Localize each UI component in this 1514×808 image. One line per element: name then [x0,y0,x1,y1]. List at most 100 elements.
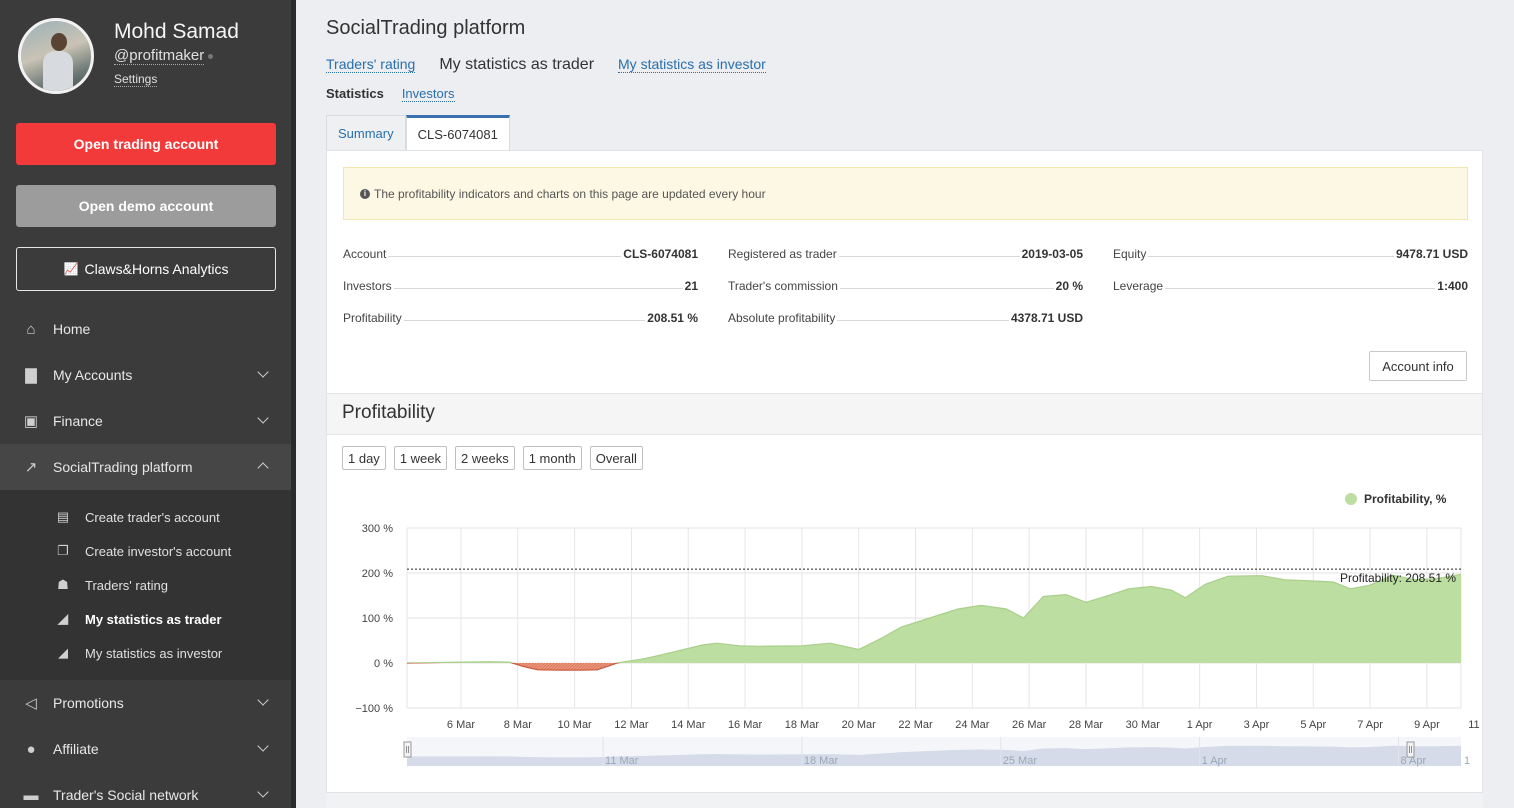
submenu-my-statistics-trader[interactable]: ◢ My statistics as trader [0,602,291,636]
submenu-label: Create investor's account [85,543,232,559]
sidebar-item-label: SocialTrading platform [53,459,193,475]
megaphone-icon: ◁ [25,695,37,712]
chevron-up-icon [257,462,269,474]
stat-value: 20 % [1055,279,1083,293]
sidebar-item-socialtrading[interactable]: ↗ SocialTrading platform [0,444,291,490]
line-chart-icon: ↗ [24,459,38,476]
users-icon: ● [26,740,36,758]
open-trading-account-button[interactable]: Open trading account [16,123,276,165]
submenu-create-investor-account[interactable]: ❐ Create investor's account [0,534,291,568]
period-1-day[interactable]: 1 day [342,446,386,470]
x-tick-label: 3 Apr [1244,719,1270,731]
stat-investors: Investors 21 [343,275,698,293]
submenu-traders-rating[interactable]: ☗ Traders' rating [0,568,291,602]
chevron-down-icon [257,740,269,752]
sidebar-item-label: My Accounts [53,367,133,383]
account-tabs: Summary CLS-6074081 [326,115,510,151]
navigator-label: 18 Mar [804,755,839,767]
tab-traders-rating[interactable]: Traders' rating [326,56,416,73]
area-positive [407,574,1461,663]
chevron-down-icon [257,786,269,798]
stat-label: Profitability [343,311,402,325]
legend-label: Profitability, % [1364,492,1447,506]
sidebar-item-label: Home [53,321,91,337]
profitability-chart[interactable]: Profitability, % 300 % 200 % 100 % 0 % −100 %… [327,479,1482,779]
x-tick-label: 18 Mar [785,719,820,731]
submenu-my-statistics-investor[interactable]: ◢ My statistics as investor [0,636,291,670]
submenu-label: My statistics as trader [85,611,222,627]
trophy-icon: ☗ [57,577,69,592]
sidebar-item-finance[interactable]: ▣ Finance [0,398,291,444]
navigator-label: 11 Mar [605,755,639,767]
period-1-week[interactable]: 1 week [393,446,448,470]
stat-label: Registered as trader [728,247,837,261]
info-notice: i The profitability indicators and chart… [343,167,1468,220]
x-tick-label: 11 Apr [1468,719,1482,731]
subtab-investors[interactable]: Investors [401,86,455,102]
submenu-label: Traders' rating [85,577,168,593]
tab-summary[interactable]: Summary [326,115,406,151]
analytics-button[interactable]: 📈 Claws&Horns Analytics [16,247,276,291]
info-icon: i [360,188,370,199]
sidebar-item-label: Trader's Social network [53,787,199,803]
stat-leverage: Leverage 1:400 [1113,275,1468,293]
line-chart-icon: 📈 [63,262,79,276]
stat-commission: Trader's commission 20 % [728,275,1083,293]
period-1-month[interactable]: 1 month [522,446,582,470]
avatar[interactable] [18,18,94,94]
user-name: Mohd Samad [114,20,239,43]
x-tick-label: 20 Mar [842,719,877,731]
sidebar-item-label: Promotions [53,695,124,711]
sidebar-item-promotions[interactable]: ◁ Promotions [0,680,291,726]
sidebar-item-my-accounts[interactable]: ▇ My Accounts [0,352,291,398]
tab-my-statistics-investor[interactable]: My statistics as investor [618,56,766,73]
account-panel: i The profitability indicators and chart… [326,150,1483,808]
x-tick-label: 28 Mar [1069,719,1104,731]
notice-text: The profitability indicators and charts … [374,186,766,201]
area-chart-icon: ◢ [58,611,68,626]
user-handle[interactable]: @profitmaker [114,47,205,65]
page-title: SocialTrading platform [326,17,526,39]
period-overall[interactable]: Overall [589,446,643,470]
x-tick-label: 12 Mar [614,719,649,731]
stat-label: Investors [343,279,392,293]
stat-account: Account CLS-6074081 [343,243,698,261]
navigator-handle-left[interactable] [403,741,412,758]
y-tick-label: 0 % [374,658,393,670]
stat-value: 21 [684,279,698,293]
legend-marker [1345,493,1357,505]
x-tick-label: 30 Mar [1126,719,1161,731]
tab-my-statistics-trader[interactable]: My statistics as trader [439,56,594,74]
sidebar-item-affiliate[interactable]: ● Affiliate [0,726,291,772]
x-tick-label: 24 Mar [955,719,990,731]
analytics-button-label: Claws&Horns Analytics [84,261,229,277]
open-demo-account-button[interactable]: Open demo account [16,185,276,227]
x-tick-label: 14 Mar [671,719,706,731]
tab-account-cls[interactable]: CLS-6074081 [405,115,510,151]
settings-link[interactable]: Settings [114,72,158,87]
x-tick-label: 16 Mar [728,719,763,731]
sidebar-item-home[interactable]: ⌂ Home [0,306,291,352]
stat-value: 2019-03-05 [1021,247,1083,261]
profitability-title: Profitability [342,402,435,423]
sidebar-item-label: Finance [53,413,103,429]
period-2-weeks[interactable]: 2 weeks [455,446,515,470]
bar-chart-icon: ▇ [25,367,37,384]
stat-profitability: Profitability 208.51 % [343,307,698,325]
account-info-button[interactable]: Account info [1369,351,1467,381]
subtab-statistics[interactable]: Statistics [326,86,384,102]
x-tick-label: 7 Apr [1357,719,1383,731]
stat-label: Absolute profitability [728,311,836,325]
main-content: SocialTrading platform Traders' rating M… [296,0,1514,808]
sidebar-item-social-network[interactable]: ▬ Trader's Social network [0,772,291,808]
navigator-handle-right[interactable] [1406,741,1415,758]
copy-icon: ❐ [57,543,69,558]
navigator-label: 1 Apr [1202,755,1228,767]
stat-value: CLS-6074081 [623,247,698,261]
area-chart-icon: ◢ [58,645,68,660]
stat-registered: Registered as trader 2019-03-05 [728,243,1083,261]
submenu-create-trader-account[interactable]: ▤ Create trader's account [0,500,291,534]
x-tick-label: 22 Mar [898,719,933,731]
x-tick-label: 26 Mar [1012,719,1047,731]
chevron-down-icon [257,366,269,378]
